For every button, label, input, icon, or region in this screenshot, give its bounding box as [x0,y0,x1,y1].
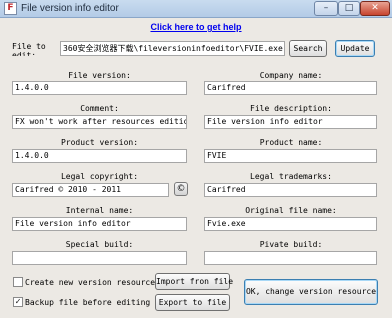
backup-file-label: Backup file before editing [25,298,151,307]
product-name-field[interactable]: FVIE [204,149,377,163]
ok-change-version-resource-button[interactable]: OK, change version resource [244,279,378,305]
help-link[interactable]: Click here to get help [0,22,392,32]
private-build-label: Pivate build: [259,240,323,249]
original-file-name-label: Original file name: [245,206,337,215]
minimize-button[interactable]: – [314,1,338,16]
product-version-field[interactable]: 1.4.0.0 [12,149,187,163]
app-icon: F [4,2,17,15]
special-build-label: Special build: [65,240,134,249]
product-version-label: Product version: [60,138,139,147]
file-to-edit-label: File to edit: [12,42,46,56]
original-file-name-field[interactable]: Fvie.exe [204,217,377,231]
insert-copyright-button[interactable]: © [174,182,188,196]
file-description-field[interactable]: File version info editor [204,115,377,129]
search-button[interactable]: Search [289,40,327,57]
export-to-file-button[interactable]: Export to file [155,294,230,311]
create-new-resource-label: Create new version resource [25,278,156,287]
file-version-label: File version: [68,71,131,80]
comment-field[interactable]: FX won't work after resources edition. [12,115,187,129]
internal-name-field[interactable]: File version info editor [12,217,187,231]
product-name-label: Product name: [259,138,323,147]
company-name-field[interactable]: Carifred [204,81,377,95]
import-from-file-button[interactable]: Import fron file [155,273,233,290]
company-name-label: Company name: [259,71,323,80]
special-build-field[interactable] [12,251,187,265]
update-button[interactable]: Update [335,40,375,57]
legal-trademarks-label: Legal trademarks: [250,172,332,181]
create-new-resource-checkbox[interactable] [13,277,23,287]
file-version-field[interactable]: 1.4.0.0 [12,81,187,95]
close-button[interactable]: ✕ [360,1,390,16]
comment-label: Comment: [80,104,119,113]
legal-copyright-label: Legal copyright: [60,172,139,181]
internal-name-label: Internal name: [65,206,134,215]
file-path-field[interactable]: 360安全浏览器下载\fileversioninfoeditor\FVIE.ex… [60,41,285,56]
legal-copyright-field[interactable]: Carifred © 2010 - 2011 [12,183,169,197]
title-bar: F File version info editor – □ ✕ [0,0,392,18]
file-description-label: File description: [250,104,332,113]
legal-trademarks-field[interactable]: Carifred [204,183,377,197]
private-build-field[interactable] [204,251,377,265]
window-title: File version info editor [21,3,119,14]
backup-file-checkbox[interactable]: ✓ [13,297,23,307]
maximize-button[interactable]: □ [338,1,360,16]
